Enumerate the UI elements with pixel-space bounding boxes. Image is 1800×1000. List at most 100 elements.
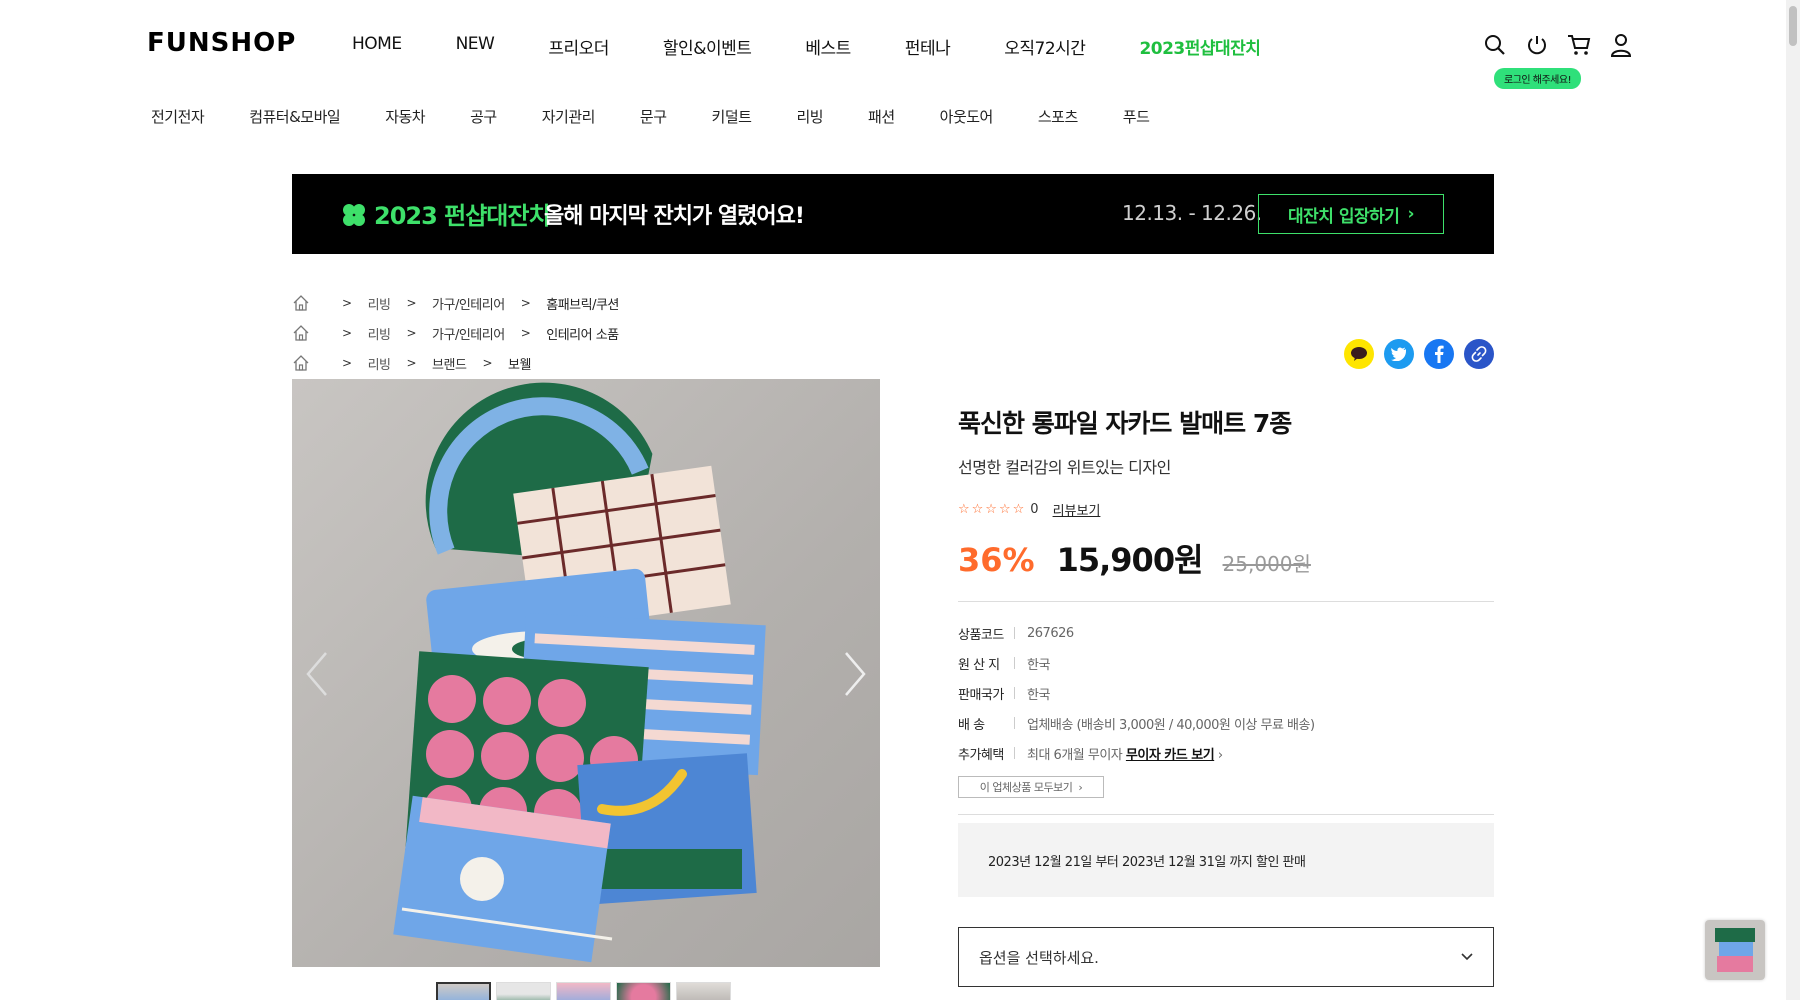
prev-image-arrow[interactable] bbox=[302, 649, 332, 699]
price-block: 36% 15,900원 25,000원 bbox=[958, 535, 1494, 581]
login-tooltip: 로그인 해주세요! bbox=[1494, 68, 1582, 89]
divider bbox=[1014, 687, 1015, 699]
breadcrumb-item[interactable]: 리빙 bbox=[368, 354, 391, 373]
scrollbar[interactable] bbox=[1786, 0, 1800, 1000]
category-electronics[interactable]: 전기전자 bbox=[151, 106, 205, 127]
chevron-right-icon: > bbox=[520, 296, 531, 310]
category-kidult[interactable]: 키덜트 bbox=[712, 106, 752, 127]
spec-key: 배 송 bbox=[958, 717, 985, 733]
spec-key: 원 산 지 bbox=[958, 657, 1000, 673]
category-fashion[interactable]: 패션 bbox=[868, 106, 895, 127]
twitter-share-icon[interactable] bbox=[1384, 339, 1414, 369]
category-outdoor[interactable]: 아웃도어 bbox=[940, 106, 994, 127]
product-image[interactable] bbox=[292, 379, 880, 967]
thumbnail[interactable] bbox=[436, 982, 491, 1000]
chevron-right-icon: › bbox=[1217, 747, 1223, 763]
category-nav: 전기전자 컴퓨터&모바일 자동차 공구 자기관리 문구 키덜트 리빙 패션 아웃… bbox=[151, 106, 1194, 127]
category-sports[interactable]: 스포츠 bbox=[1038, 106, 1078, 127]
recent-product-image bbox=[1705, 920, 1765, 980]
category-tools[interactable]: 공구 bbox=[470, 106, 497, 127]
breadcrumb-item[interactable]: 리빙 bbox=[368, 324, 391, 343]
category-selfcare[interactable]: 자기관리 bbox=[542, 106, 596, 127]
sale-notice: 2023년 12월 21일 부터 2023년 12월 31일 까지 할인 판매 bbox=[958, 823, 1494, 897]
spec-key: 추가혜택 bbox=[958, 747, 1004, 763]
nav-2023-festival[interactable]: 2023펀샵대잔치 bbox=[1139, 34, 1261, 59]
chevron-right-icon: › bbox=[1407, 204, 1414, 224]
breadcrumb-item[interactable]: 가구/인테리어 bbox=[432, 324, 505, 343]
user-icon[interactable] bbox=[1608, 32, 1634, 58]
divider bbox=[958, 601, 1494, 602]
kakao-share-icon[interactable] bbox=[1344, 339, 1374, 369]
link-copy-icon[interactable] bbox=[1464, 339, 1494, 369]
nav-funtena[interactable]: 펀테나 bbox=[905, 34, 951, 59]
event-banner[interactable]: 2023 펀샵대잔치 올해 마지막 잔치가 열렸어요! 12.13. - 12.… bbox=[292, 174, 1494, 254]
original-price: 25,000원 bbox=[1222, 552, 1311, 576]
chevron-right-icon: > bbox=[406, 356, 417, 370]
vendor-button-label: 이 업체상품 모두보기 bbox=[979, 781, 1073, 794]
rating: ☆☆☆☆☆ 0 리뷰보기 bbox=[958, 500, 1494, 519]
chevron-right-icon: › bbox=[1078, 780, 1083, 794]
share-buttons bbox=[1344, 339, 1494, 369]
chevron-right-icon: > bbox=[520, 326, 531, 340]
breadcrumb-item[interactable]: 보웰 bbox=[508, 354, 531, 373]
breadcrumb-item[interactable]: 브랜드 bbox=[432, 354, 467, 373]
cart-icon[interactable] bbox=[1566, 32, 1592, 58]
category-food[interactable]: 푸드 bbox=[1123, 106, 1150, 127]
home-icon[interactable] bbox=[292, 294, 310, 312]
nav-home[interactable]: HOME bbox=[352, 34, 402, 59]
card-info-link[interactable]: 무이자 카드 보기 bbox=[1126, 748, 1215, 763]
breadcrumb-item[interactable]: 인테리어 소품 bbox=[546, 324, 619, 343]
divider bbox=[958, 814, 1494, 815]
chevron-right-icon: > bbox=[342, 326, 352, 340]
facebook-share-icon[interactable] bbox=[1424, 339, 1454, 369]
home-icon[interactable] bbox=[292, 354, 310, 372]
breadcrumb-row: > 리빙 > 가구/인테리어 > 인테리어 소품 bbox=[292, 318, 619, 348]
option-select[interactable]: 옵션을 선택하세요. bbox=[958, 927, 1494, 987]
spec-list: 상품코드 267626 원 산 지 한국 판매국가 한국 배 송 업체배송 (배… bbox=[958, 618, 1494, 768]
review-link[interactable]: 리뷰보기 bbox=[1053, 500, 1101, 519]
power-icon[interactable] bbox=[1524, 32, 1550, 58]
installment-text: 최대 6개월 무이자 bbox=[1027, 747, 1123, 763]
search-icon[interactable] bbox=[1482, 32, 1508, 58]
star-rating-icon: ☆☆☆☆☆ bbox=[958, 502, 1027, 517]
spec-row: 원 산 지 한국 bbox=[958, 648, 1494, 678]
nav-best[interactable]: 베스트 bbox=[805, 34, 851, 59]
nav-new[interactable]: NEW bbox=[456, 34, 495, 59]
divider bbox=[1014, 627, 1015, 639]
chevron-right-icon: > bbox=[342, 296, 352, 310]
nav-preorder[interactable]: 프리오더 bbox=[548, 34, 609, 59]
category-computer-mobile[interactable]: 컴퓨터&모바일 bbox=[249, 106, 341, 127]
spec-row: 상품코드 267626 bbox=[958, 618, 1494, 648]
banner-subtitle: 올해 마지막 잔치가 열렸어요! bbox=[544, 204, 805, 229]
chevron-right-icon: > bbox=[406, 326, 417, 340]
scrollbar-thumb[interactable] bbox=[1789, 6, 1797, 46]
thumbnail[interactable] bbox=[616, 982, 671, 1000]
breadcrumb-item[interactable]: 가구/인테리어 bbox=[432, 294, 505, 313]
thumbnail[interactable] bbox=[556, 982, 611, 1000]
next-image-arrow[interactable] bbox=[840, 649, 870, 699]
category-stationery[interactable]: 문구 bbox=[640, 106, 667, 127]
banner-date: 12.13. - 12.26. bbox=[1122, 201, 1262, 225]
breadcrumb-item[interactable]: 리빙 bbox=[368, 294, 391, 313]
discount-rate: 36% bbox=[958, 541, 1035, 579]
vendor-products-button[interactable]: 이 업체상품 모두보기 › bbox=[958, 776, 1104, 798]
category-living[interactable]: 리빙 bbox=[796, 106, 823, 127]
logo[interactable]: FUNSHOP bbox=[147, 28, 296, 58]
banner-enter-button[interactable]: 대잔치 입장하기 › bbox=[1258, 194, 1444, 234]
spec-row: 판매국가 한국 bbox=[958, 678, 1494, 708]
spec-key: 판매국가 bbox=[958, 687, 1004, 703]
thumbnail[interactable] bbox=[496, 982, 551, 1000]
utility-icons bbox=[1482, 32, 1634, 58]
review-count: 0 bbox=[1030, 502, 1039, 517]
category-car[interactable]: 자동차 bbox=[385, 106, 425, 127]
nav-72hours[interactable]: 오직72시간 bbox=[1004, 34, 1086, 59]
divider bbox=[1014, 717, 1015, 729]
recent-product-thumbnail[interactable] bbox=[1705, 920, 1765, 980]
divider bbox=[1014, 657, 1015, 669]
thumbnail[interactable] bbox=[676, 982, 731, 1000]
nav-discount-event[interactable]: 할인&이벤트 bbox=[663, 34, 752, 59]
option-placeholder: 옵션을 선택하세요. bbox=[979, 948, 1099, 967]
home-icon[interactable] bbox=[292, 324, 310, 342]
breadcrumb-item[interactable]: 홈패브릭/쿠션 bbox=[546, 294, 619, 313]
sale-price: 15,900원 bbox=[1056, 541, 1204, 579]
